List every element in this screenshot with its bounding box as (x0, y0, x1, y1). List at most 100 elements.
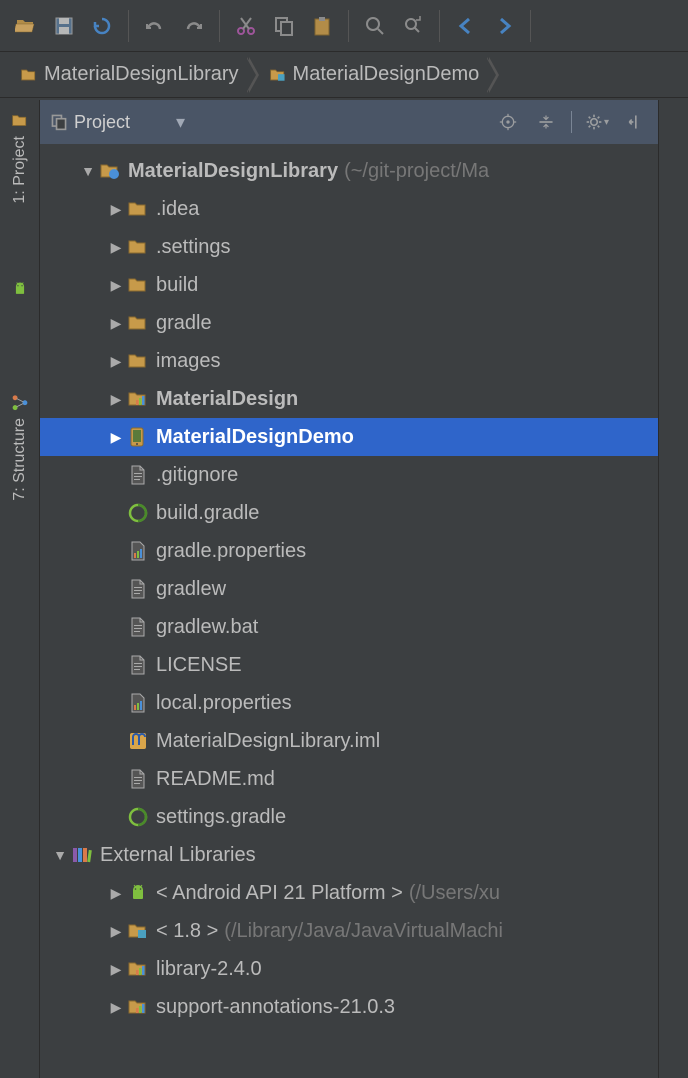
tree-row[interactable]: gradlew.bat (40, 608, 658, 646)
expand-arrow-right-icon[interactable]: ▶ (106, 961, 126, 978)
copy-button[interactable] (266, 8, 302, 44)
project-folder-icon (98, 160, 122, 182)
project-view-icon (50, 113, 68, 131)
separator (571, 111, 572, 133)
tree-row-label: MaterialDesignLibrary.iml (156, 730, 380, 753)
nav-forward-button[interactable] (486, 8, 522, 44)
open-button[interactable] (8, 8, 44, 44)
tree-row-label: MaterialDesignDemo (156, 426, 354, 449)
tree-row[interactable]: gradlew (40, 570, 658, 608)
sync-button[interactable] (84, 8, 120, 44)
expand-arrow-right-icon[interactable]: ▶ (106, 315, 126, 332)
main-toolbar (0, 0, 688, 52)
expand-arrow-right-icon[interactable]: ▶ (106, 239, 126, 256)
breadcrumb-item-root[interactable]: MaterialDesignLibrary (10, 57, 249, 92)
toolbar-separator (128, 10, 129, 42)
iml-icon (126, 730, 150, 752)
gradle-icon (126, 502, 150, 524)
expand-arrow-right-icon[interactable]: ▶ (106, 201, 126, 218)
breadcrumb-item-module[interactable]: MaterialDesignDemo (259, 57, 490, 92)
tree-row-label: MaterialDesignLibrary (128, 160, 338, 183)
folder-icon (126, 312, 150, 334)
tree-row[interactable]: ▶ MaterialDesign (40, 380, 658, 418)
tree-row[interactable]: local.properties (40, 684, 658, 722)
tree-row-label: build.gradle (156, 502, 259, 525)
properties-bars-icon (126, 692, 150, 714)
expand-arrow-right-icon[interactable]: ▶ (106, 999, 126, 1016)
folder-icon (126, 236, 150, 258)
tree-row[interactable]: LICENSE (40, 646, 658, 684)
undo-button[interactable] (137, 8, 173, 44)
tree-row[interactable]: ▶< 1.8 > (/Library/Java/JavaVirtualMachi (40, 912, 658, 950)
tree-row[interactable]: settings.gradle (40, 798, 658, 836)
expand-arrow-right-icon[interactable]: ▶ (106, 353, 126, 370)
expand-arrow-down-icon[interactable]: ▼ (50, 847, 70, 863)
expand-arrow-right-icon[interactable]: ▶ (106, 391, 126, 408)
tree-row[interactable]: ▶ images (40, 342, 658, 380)
tree-row-label: images (156, 350, 220, 373)
folder-icon (126, 350, 150, 372)
tree-row-label: settings.gradle (156, 806, 286, 829)
tree-row[interactable]: ▶library-2.4.0 (40, 950, 658, 988)
replace-button[interactable] (395, 8, 431, 44)
toolbar-separator (530, 10, 531, 42)
tree-row[interactable]: ▶gradle (40, 304, 658, 342)
find-button[interactable] (357, 8, 393, 44)
tool-window-gutter: 1: Project 7: Structure (0, 100, 40, 1078)
toolbar-separator (219, 10, 220, 42)
android-icon (126, 882, 150, 904)
breadcrumb-label: MaterialDesignLibrary (44, 63, 239, 86)
tree-row[interactable]: MaterialDesignLibrary.iml (40, 722, 658, 760)
collapse-all-button[interactable] (533, 109, 559, 135)
tree-row-label: README.md (156, 768, 275, 791)
tree-row-label: build (156, 274, 198, 297)
cut-button[interactable] (228, 8, 264, 44)
redo-button[interactable] (175, 8, 211, 44)
expand-arrow-down-icon[interactable]: ▼ (78, 163, 98, 179)
file-icon (126, 616, 150, 638)
settings-button[interactable]: ▾ (584, 109, 610, 135)
expand-arrow-right-icon[interactable]: ▶ (106, 885, 126, 902)
tool-tab-structure[interactable]: 7: Structure (9, 388, 31, 507)
lib-bars-icon (126, 958, 150, 980)
tree-row[interactable]: ▶ MaterialDesignDemo (40, 418, 658, 456)
project-tree: ▼ MaterialDesignLibrary (~/git-project/Ma… (40, 144, 658, 1034)
tree-row-extra: (/Library/Java/JavaVirtualMachi (224, 920, 503, 943)
chevron-down-icon: ▾ (176, 112, 185, 133)
tree-row[interactable]: ▶.idea (40, 190, 658, 228)
tree-row-label: .settings (156, 236, 230, 259)
tree-row-label: MaterialDesign (156, 388, 298, 411)
tree-row[interactable]: ▶support-annotations-21.0.3 (40, 988, 658, 1026)
tree-row[interactable]: ▼ MaterialDesignLibrary (~/git-project/Ma (40, 152, 658, 190)
breadcrumb: MaterialDesignLibrary MaterialDesignDemo (0, 52, 688, 98)
module-icon (269, 66, 287, 84)
tree-row-extra: (~/git-project/Ma (344, 160, 489, 183)
tree-row[interactable]: gradle.properties (40, 532, 658, 570)
folder-icon (126, 274, 150, 296)
tree-row[interactable]: .gitignore (40, 456, 658, 494)
nav-back-button[interactable] (448, 8, 484, 44)
tree-row[interactable]: build.gradle (40, 494, 658, 532)
folder-icon (126, 198, 150, 220)
expand-arrow-right-icon[interactable]: ▶ (106, 277, 126, 294)
tree-row[interactable]: README.md (40, 760, 658, 798)
panel-view-selector[interactable]: Project ▾ (50, 112, 185, 133)
scroll-from-source-button[interactable] (495, 109, 521, 135)
tree-row-label: local.properties (156, 692, 292, 715)
tree-row-extra: (/Users/xu (409, 882, 500, 905)
tree-row[interactable]: ▶< Android API 21 Platform > (/Users/xu (40, 874, 658, 912)
expand-arrow-right-icon[interactable]: ▶ (106, 429, 126, 446)
toolbar-separator (348, 10, 349, 42)
tree-row[interactable]: ▼External Libraries (40, 836, 658, 874)
paste-button[interactable] (304, 8, 340, 44)
breadcrumb-chevron-icon (247, 57, 259, 93)
tree-row-label: gradle.properties (156, 540, 306, 563)
tree-row[interactable]: ▶ .settings (40, 228, 658, 266)
tree-row-label: LICENSE (156, 654, 242, 677)
file-icon (126, 578, 150, 600)
tool-tab-project[interactable]: 1: Project (9, 106, 31, 210)
hide-button[interactable] (622, 109, 648, 135)
expand-arrow-right-icon[interactable]: ▶ (106, 923, 126, 940)
tree-row[interactable]: ▶ build (40, 266, 658, 304)
save-button[interactable] (46, 8, 82, 44)
